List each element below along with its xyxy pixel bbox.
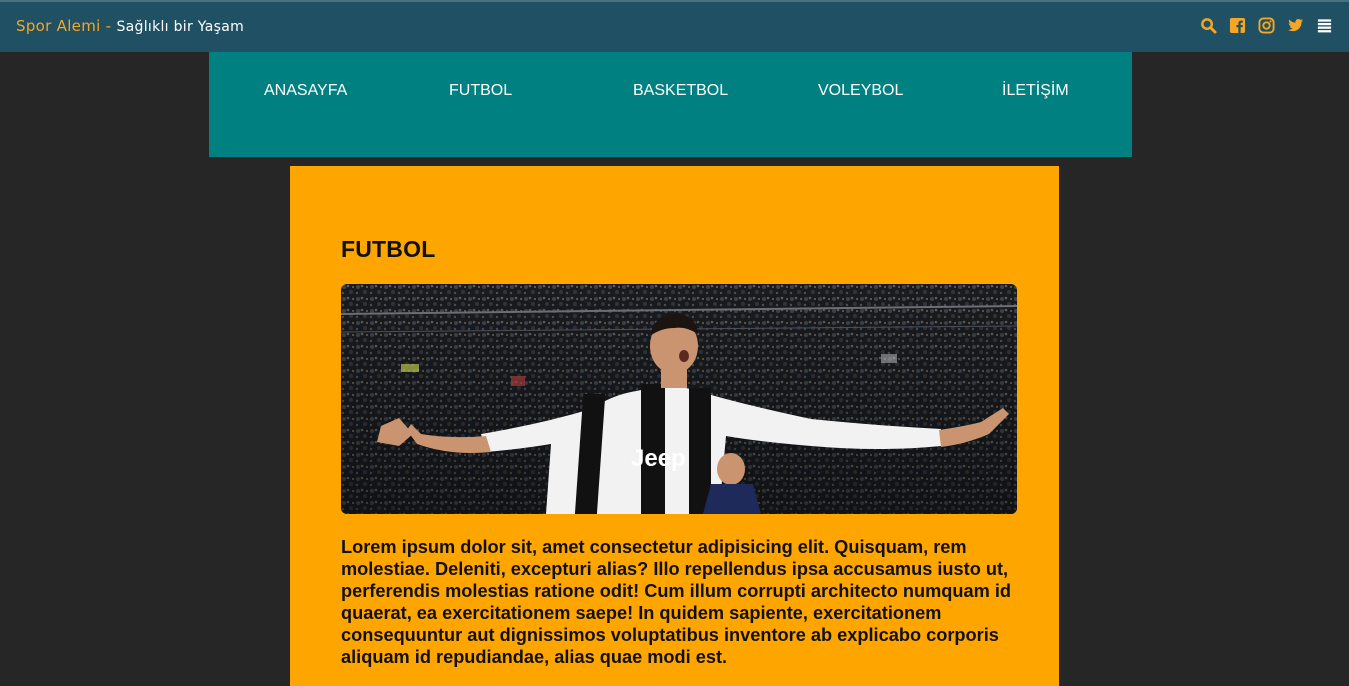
main-nav: ANASAYFA FUTBOL BASKETBOL VOLEYBOL İLETİ… — [209, 52, 1132, 157]
nav-item-basketbol[interactable]: BASKETBOL — [633, 82, 728, 100]
svg-text:Jeep: Jeep — [631, 445, 686, 472]
header-icons — [1200, 17, 1333, 34]
nav-item-anasayfa[interactable]: ANASAYFA — [264, 82, 347, 100]
brand[interactable]: Spor Alemi - Sağlıklı bir Yaşam — [16, 17, 244, 35]
article-text: Lorem ipsum dolor sit, amet consectetur … — [341, 537, 1012, 667]
football-player-image: Jeep — [341, 284, 1017, 514]
nav-item-iletisim[interactable]: İLETİŞİM — [1002, 82, 1069, 100]
nav-item-futbol[interactable]: FUTBOL — [449, 82, 512, 100]
menu-icon[interactable] — [1316, 17, 1333, 34]
search-icon[interactable] — [1200, 17, 1217, 34]
content-card: FUTBOL Jeep Lorem ipsum dolor sit, amet … — [290, 166, 1059, 686]
facebook-icon[interactable] — [1229, 17, 1246, 34]
nav-item-voleybol[interactable]: VOLEYBOL — [818, 82, 903, 100]
article-image: Jeep — [341, 284, 1017, 514]
brand-separator: - — [100, 17, 117, 35]
twitter-icon[interactable] — [1287, 17, 1304, 34]
instagram-icon[interactable] — [1258, 17, 1275, 34]
brand-name[interactable]: Spor Alemi — [16, 17, 101, 35]
top-bar: Spor Alemi - Sağlıklı bir Yaşam — [0, 0, 1349, 52]
page-title: FUTBOL — [341, 236, 436, 262]
brand-tagline: Sağlıklı bir Yaşam — [116, 19, 245, 35]
